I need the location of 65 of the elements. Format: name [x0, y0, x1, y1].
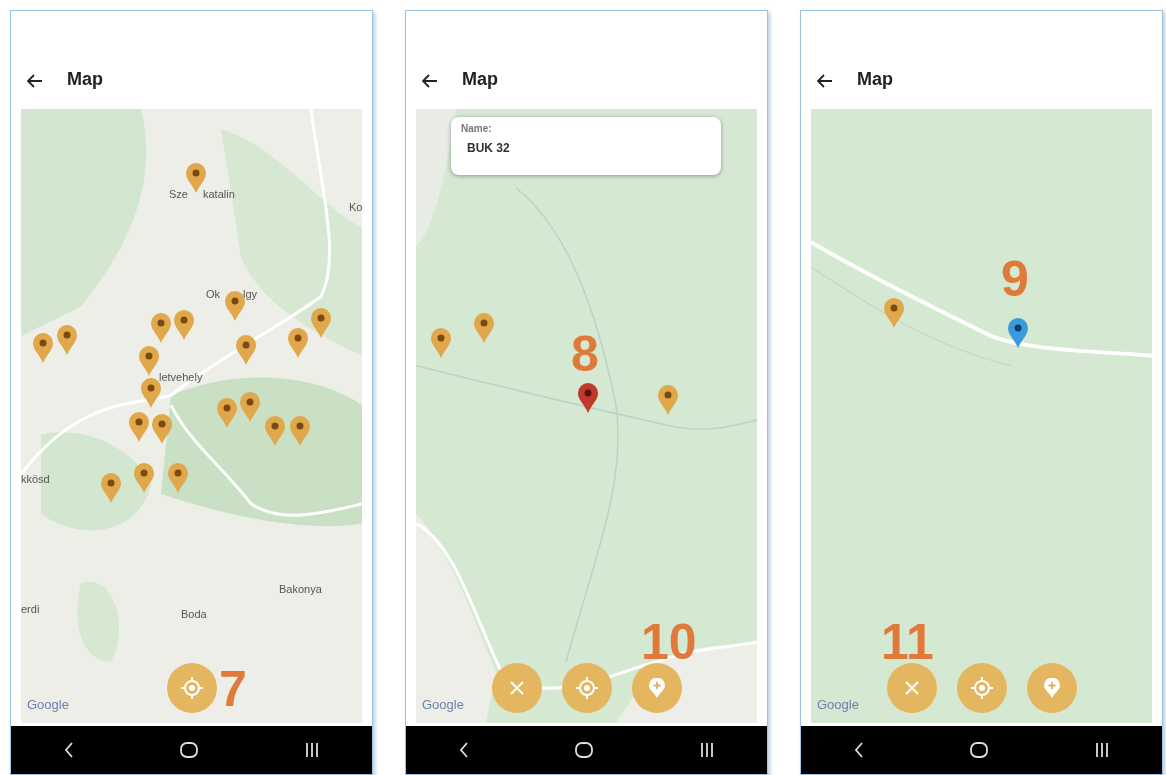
back-arrow-icon[interactable]	[817, 74, 833, 88]
recent-apps-icon[interactable]	[699, 742, 714, 758]
map-pin-icon[interactable]	[138, 345, 160, 377]
map-pin-icon[interactable]	[430, 327, 452, 359]
google-attribution: Google	[422, 698, 464, 711]
map-pin-icon[interactable]	[167, 462, 189, 494]
map-place-label: katalin	[203, 189, 235, 200]
screen-title: Map	[462, 70, 498, 88]
back-chevron-icon[interactable]	[854, 742, 865, 758]
map-pin-icon[interactable]	[473, 312, 495, 344]
map-pin-icon[interactable]	[216, 397, 238, 429]
map-place-label: Boda	[181, 609, 207, 620]
google-attribution: Google	[27, 698, 69, 711]
map-place-label: kkösd	[21, 474, 50, 485]
home-icon[interactable]	[180, 742, 199, 758]
callout-number: 7	[219, 664, 247, 714]
map-pin-icon[interactable]	[32, 332, 54, 364]
map-place-label: Sze	[169, 189, 188, 200]
close-icon	[508, 680, 525, 696]
crosshair-icon	[970, 677, 993, 699]
back-chevron-icon[interactable]	[459, 742, 470, 758]
pin-plus-icon	[1043, 678, 1060, 698]
map-pin-icon[interactable]	[287, 327, 309, 359]
google-attribution: Google	[817, 698, 859, 711]
map-place-label: Ko	[349, 202, 362, 213]
map-pin-icon[interactable]	[235, 334, 257, 366]
map-pin-icon[interactable]	[657, 384, 679, 416]
map-pin-icon[interactable]	[289, 415, 311, 447]
name-label: Name:	[461, 122, 493, 136]
map-place-label: Bakonya	[279, 584, 322, 595]
map-pin-icon[interactable]	[128, 411, 150, 443]
map-pin-icon[interactable]	[100, 472, 122, 504]
back-arrow-icon[interactable]	[422, 74, 438, 88]
map-place-label: erdi	[21, 604, 40, 615]
screen-title: Map	[67, 70, 103, 88]
pin-plus-icon	[648, 678, 665, 698]
map-pin-icon[interactable]	[150, 312, 172, 344]
crosshair-icon	[575, 677, 598, 699]
recent-apps-icon[interactable]	[304, 742, 319, 758]
map-pin-icon[interactable]	[883, 297, 905, 329]
map-pin-icon[interactable]	[1007, 317, 1029, 349]
back-chevron-icon[interactable]	[64, 742, 75, 758]
home-icon[interactable]	[575, 742, 594, 758]
map-place-label: Ok	[206, 289, 221, 300]
home-icon[interactable]	[970, 742, 989, 758]
crosshair-icon	[180, 677, 203, 699]
map-pin-icon[interactable]	[151, 413, 173, 445]
map-pin-icon[interactable]	[239, 391, 261, 423]
name-value: BUK 32	[466, 140, 511, 157]
map-pin-icon[interactable]	[310, 307, 332, 339]
map-place-label: letvehely	[159, 372, 203, 383]
close-icon	[903, 680, 920, 696]
callout-number: 8	[571, 329, 599, 379]
map-pin-icon[interactable]	[133, 462, 155, 494]
recent-apps-icon[interactable]	[1094, 742, 1109, 758]
map-pin-icon[interactable]	[56, 324, 78, 356]
map-pin-icon[interactable]	[577, 382, 599, 414]
map-pin-icon[interactable]	[264, 415, 286, 447]
callout-number: 11	[881, 617, 934, 667]
callout-number: 9	[1001, 254, 1029, 304]
map-pin-icon[interactable]	[173, 309, 195, 341]
back-arrow-icon[interactable]	[27, 74, 43, 88]
callout-number: 10	[641, 617, 697, 667]
screen-title: Map	[857, 70, 893, 88]
map-place-label: lgy	[243, 289, 258, 300]
